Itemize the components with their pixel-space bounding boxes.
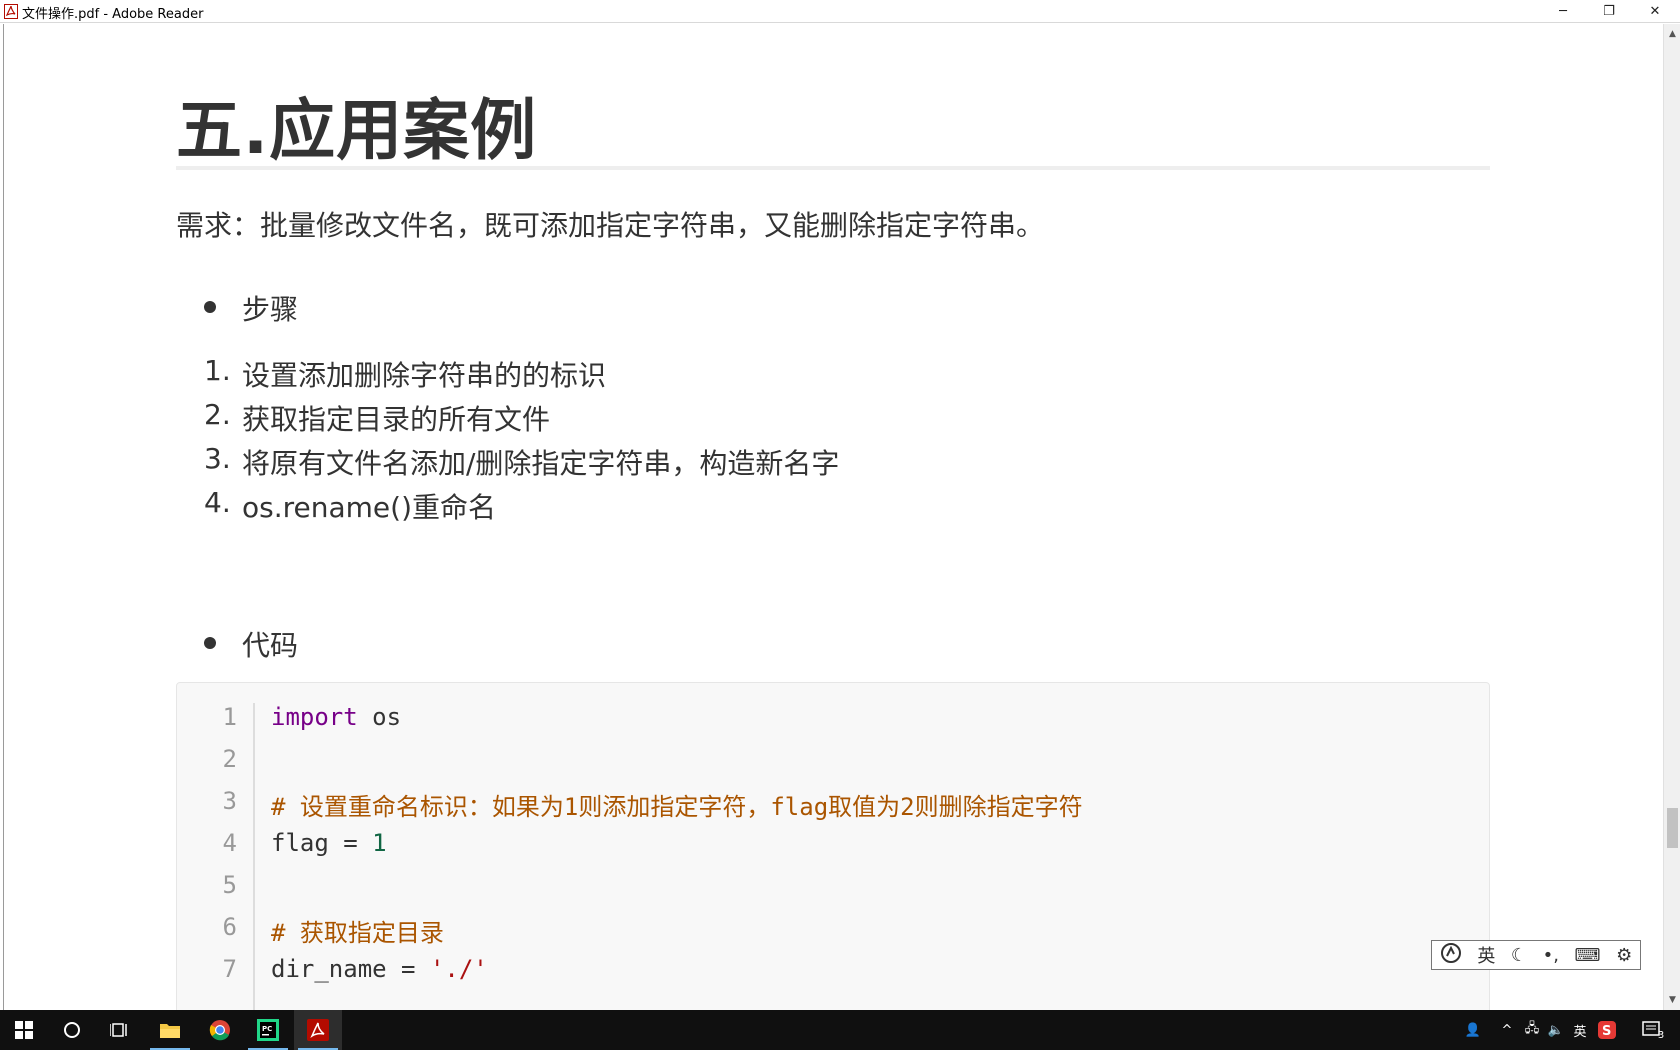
chrome-icon	[209, 1020, 230, 1041]
search-icon	[64, 1022, 80, 1038]
start-button[interactable]	[0, 1010, 48, 1050]
bullet-label: 步骤	[242, 293, 299, 326]
bullet-dot	[204, 637, 216, 649]
code-token: 1	[372, 829, 387, 857]
punctuation-icon[interactable]: •,	[1543, 945, 1559, 966]
pycharm-icon: PC	[257, 1019, 279, 1041]
code-token: os	[357, 703, 402, 731]
restore-button[interactable]: ❐	[1586, 0, 1632, 23]
code-token: './'	[429, 955, 488, 983]
scroll-thumb[interactable]	[1667, 808, 1678, 848]
adobe-reader-button[interactable]	[294, 1010, 342, 1050]
code-text: # 设置重命名标识：如果为1则添加指定字符，flag取值为2则删除指定字符	[271, 787, 1083, 822]
list-text: 获取指定目录的所有文件	[242, 403, 551, 436]
code-token: import	[271, 703, 358, 731]
requirement-paragraph: 需求：批量修改文件名，既可添加指定字符串，又能删除指定字符串。	[176, 209, 1045, 242]
svg-text:PC: PC	[262, 1025, 272, 1033]
chevron-up-icon[interactable]: ^	[1498, 1010, 1516, 1050]
adobe-reader-icon	[307, 1019, 329, 1041]
code-token: dir_name =	[271, 955, 430, 983]
network-icon[interactable]: 🖧	[1522, 1010, 1542, 1050]
list-text: os.rename()重命名	[242, 491, 496, 524]
bullet-label: 代码	[242, 629, 299, 662]
code-text: dir_name = './'	[271, 955, 488, 983]
notification-center-button[interactable]: 3	[1636, 1010, 1670, 1050]
scroll-up-icon[interactable]: ▲	[1664, 26, 1680, 42]
list-text: 设置添加删除字符串的的标识	[242, 359, 607, 392]
code-text: import os	[271, 703, 401, 731]
ime-indicator[interactable]: 英	[1570, 1010, 1590, 1050]
file-explorer-icon	[160, 1024, 180, 1038]
people-icon[interactable]: 👤	[1462, 1010, 1484, 1050]
pdf-page: 五.应用案例 需求：批量修改文件名，既可添加指定字符串，又能删除指定字符串。 步…	[4, 24, 1654, 1010]
line-number: 6	[222, 913, 237, 941]
code-token: # 设置重命名标识：如果为1则添加指定字符，flag取值为2则删除指定字符	[271, 793, 1083, 821]
list-number: 1.	[204, 354, 231, 387]
taskbar: PC 👤 ^ 🖧 🔈 英 S 3	[0, 1010, 1680, 1050]
task-view-icon	[110, 1023, 127, 1037]
ime-logo-icon[interactable]	[1440, 942, 1462, 969]
scroll-down-icon[interactable]: ▼	[1664, 992, 1680, 1008]
code-token: flag =	[271, 829, 373, 857]
moon-icon[interactable]: ☾	[1511, 945, 1527, 966]
pycharm-button[interactable]: PC	[244, 1010, 292, 1050]
gutter-divider	[253, 703, 255, 1010]
volume-icon[interactable]: 🔈	[1546, 1010, 1566, 1050]
line-number: 2	[222, 745, 237, 773]
minimize-button[interactable]: ─	[1540, 0, 1586, 23]
code-text: # 获取指定目录	[271, 913, 444, 948]
sogou-ime-icon[interactable]: S	[1596, 1010, 1618, 1050]
section-heading: 五.应用案例	[176, 92, 538, 169]
file-explorer-button[interactable]	[146, 1010, 194, 1050]
adobe-reader-icon	[4, 4, 18, 19]
code-text: flag = 1	[271, 829, 387, 857]
code-block: 1 import os 2 3 # 设置重命名标识：如果为1则添加指定字符，flag取值…	[176, 682, 1490, 1010]
line-number: 3	[222, 787, 237, 815]
line-number: 7	[222, 955, 237, 983]
line-number: 4	[222, 829, 237, 857]
gear-icon[interactable]: ⚙	[1616, 945, 1632, 966]
list-number: 2.	[204, 398, 231, 431]
line-number: 1	[222, 703, 237, 731]
start-icon	[15, 1021, 33, 1039]
ime-toolbar: 英 ☾ •, ⌨ ⚙	[1431, 940, 1641, 970]
notification-count: 3	[1657, 1029, 1665, 1041]
window-title: 文件操作.pdf - Adobe Reader	[22, 7, 204, 22]
list-text: 将原有文件名添加/删除指定字符串，构造新名字	[242, 447, 840, 480]
list-number: 4.	[204, 486, 231, 519]
document-viewport[interactable]: 五.应用案例 需求：批量修改文件名，既可添加指定字符串，又能删除指定字符串。 步…	[3, 24, 1659, 1010]
code-token: # 获取指定目录	[271, 919, 444, 947]
line-number: 5	[222, 871, 237, 899]
search-button[interactable]	[48, 1010, 96, 1050]
keyboard-icon[interactable]: ⌨	[1575, 945, 1601, 966]
bullet-dot	[204, 301, 216, 313]
list-number: 3.	[204, 442, 231, 475]
vertical-scrollbar[interactable]: ▲ ▼	[1663, 24, 1680, 1010]
heading-divider	[176, 166, 1490, 170]
chrome-button[interactable]	[196, 1010, 244, 1050]
ime-language-toggle[interactable]: 英	[1477, 942, 1495, 968]
task-view-button[interactable]	[96, 1010, 144, 1050]
svg-text:S: S	[1602, 1024, 1611, 1039]
title-bar: 文件操作.pdf - Adobe Reader ─ ❐ ✕	[0, 0, 1680, 23]
close-button[interactable]: ✕	[1632, 0, 1678, 23]
